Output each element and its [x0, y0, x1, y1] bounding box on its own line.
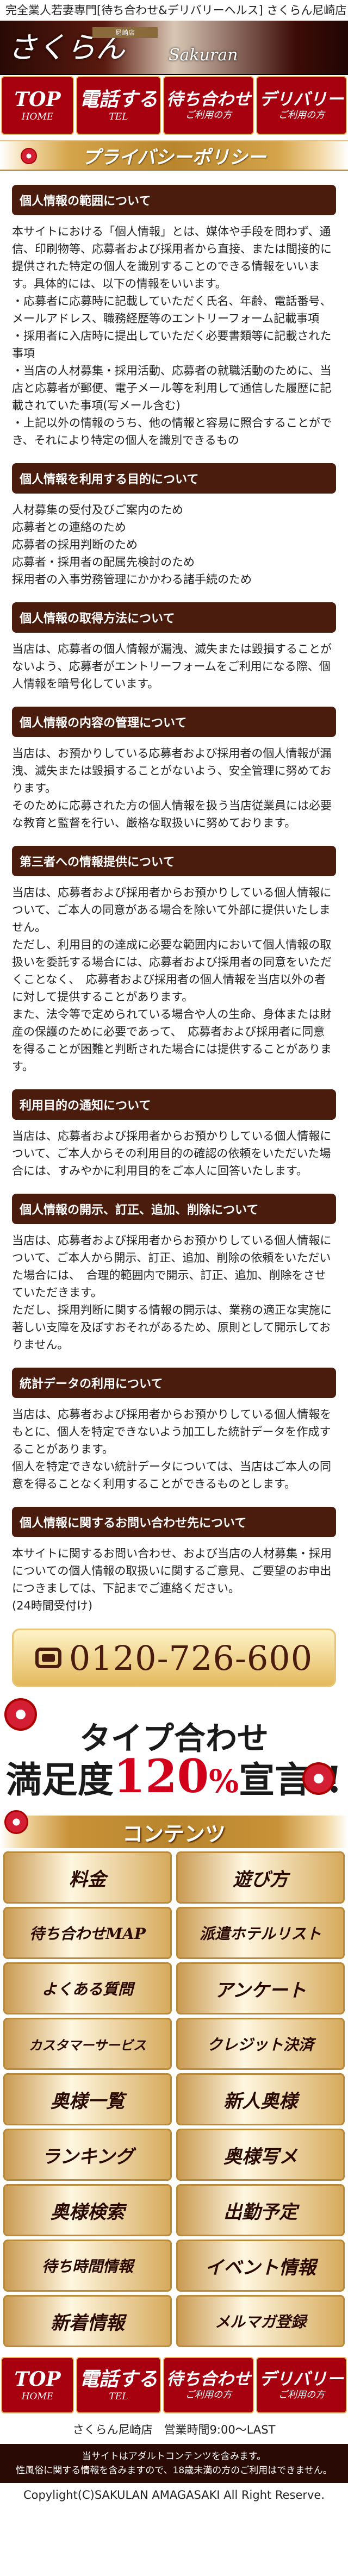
- privacy-section: 個人情報の内容の管理について当店は、お預かりしている応募者および採用者の個人情報…: [12, 707, 336, 832]
- section-body: 当店は、応募者および採用者からお預かりしている個人情報について、ご本人から開示、…: [12, 1234, 332, 1351]
- nav-delivery-sub: ご利用の方: [278, 110, 325, 121]
- promo-banner[interactable]: タイプ合わせ 満足度120%宣言!!: [0, 1698, 348, 1811]
- contents-menu: 料金 遊び方 待ち合わせMAP 派遣ホテルリスト よくある質問 アンケート カス…: [0, 1848, 348, 2347]
- privacy-title: プライバシーポリシー: [82, 146, 266, 169]
- section-body: 当店は、お預かりしている応募者および採用者の個人情報が漏洩、滅失または毀損するこ…: [12, 747, 332, 829]
- section-body: 当店は、応募者および採用者からお預かりしている個人情報について、ご本人の同意があ…: [12, 886, 332, 1073]
- footer-nav-delivery[interactable]: デリバリー ご利用の方: [256, 2357, 347, 2413]
- nav-top-sub: HOME: [21, 111, 54, 122]
- privacy-section: 統計データの利用について当店は、応募者および採用者からお預かりしている個人情報を…: [12, 1368, 336, 1493]
- promo-line2: 満足度120%宣言!!: [0, 1754, 348, 1802]
- site-header: さくらん 尼崎店 Sakuran: [0, 21, 348, 75]
- section-body: 本サイトに関するお問い合わせ、および当店の人材募集・採用についての個人情報の取扱…: [12, 1547, 332, 1612]
- phone-number: 0120-726-600: [69, 1638, 313, 1678]
- section-heading: 個人情報の範囲について: [12, 185, 336, 215]
- section-heading: 個人情報の開示、訂正、追加、削除について: [12, 1194, 336, 1224]
- footer-nav-delivery-sub: ご利用の方: [278, 2390, 325, 2400]
- footer-nav-tel-sub: TEL: [109, 2391, 128, 2402]
- notice-line1: 当サイトはアダルトコンテンツを含みます。: [82, 2451, 266, 2462]
- section-body: 本サイトにおける「個人情報」とは、媒体や手段を問わず、通信、印刷物等、応募者およ…: [12, 225, 332, 447]
- phone-button[interactable]: 0120-726-600: [12, 1629, 336, 1687]
- privacy-section: 個人情報の取得方法について当店は、応募者の個人情報が漏洩、滅失または毀損すること…: [12, 602, 336, 693]
- footer-nav-meet-sub: ご利用の方: [185, 2390, 232, 2400]
- section-body: 当店は、応募者および採用者からお預かりしている個人情報をもとに、個人を特定できな…: [12, 1408, 332, 1490]
- menu-ranking[interactable]: ランキング: [3, 2129, 172, 2181]
- logo-tag: 尼崎店: [92, 27, 158, 38]
- phone-icon: [35, 1648, 61, 1668]
- section-body: 当店は、応募者の個人情報が漏洩、滅失または毀損することがないよう、応募者がエント…: [12, 643, 332, 690]
- privacy-section: 第三者への情報提供について当店は、応募者および採用者からお預かりしている個人情報…: [12, 846, 336, 1075]
- privacy-title-banner: プライバシーポリシー: [0, 140, 348, 171]
- section-heading: 第三者への情報提供について: [12, 846, 336, 876]
- footer-nav-delivery-label: デリバリー: [259, 2369, 344, 2389]
- privacy-section: 個人情報に関するお問い合わせ先について本サイトに関するお問い合わせ、および当店の…: [12, 1507, 336, 1614]
- nav-meet[interactable]: 待ち合わせ ご利用の方: [163, 76, 254, 135]
- nav-delivery[interactable]: デリバリー ご利用の方: [256, 76, 347, 135]
- menu-wife-list[interactable]: 奥様一覧: [3, 2073, 172, 2125]
- menu-wife-photos[interactable]: 奥様写メ: [176, 2129, 345, 2181]
- notice-line2: 性風俗に関する情報を含みますので、18歳未満の方のご利用はできません。: [16, 2465, 332, 2476]
- section-heading: 利用目的の通知について: [12, 1089, 336, 1120]
- menu-mailmag[interactable]: メルマガ登録: [176, 2295, 345, 2347]
- flower-icon: [4, 1810, 28, 1834]
- footer-nav-top-sub: HOME: [21, 2391, 54, 2402]
- footer-nav-meet[interactable]: 待ち合わせ ご利用の方: [163, 2357, 254, 2413]
- menu-faq[interactable]: よくある質問: [3, 1962, 172, 2014]
- menu-wife-search[interactable]: 奥様検索: [3, 2184, 172, 2236]
- menu-hotel-list[interactable]: 派遣ホテルリスト: [176, 1907, 345, 1959]
- promo-percent: %: [209, 1763, 239, 1800]
- section-heading: 個人情報に関するお問い合わせ先について: [12, 1507, 336, 1537]
- footer-nav-top[interactable]: TOP HOME: [1, 2357, 74, 2413]
- promo-number: 120: [113, 1749, 209, 1803]
- footer-nav: TOP HOME 電話する TEL 待ち合わせ ご利用の方 デリバリー ご利用の方: [0, 2356, 348, 2415]
- footer-nav-meet-label: 待ち合わせ: [166, 2369, 251, 2389]
- privacy-section: 個人情報の開示、訂正、追加、削除について当店は、応募者および採用者からお預かりし…: [12, 1194, 336, 1354]
- privacy-section: 個人情報を利用する目的について人材募集の受付及びご案内のため 応募者との連絡のた…: [12, 463, 336, 588]
- promo-prefix: 満足度: [5, 1758, 114, 1801]
- logo-subtitle: Sakuran: [169, 46, 238, 65]
- top-nav: TOP HOME 電話する TEL 待ち合わせ ご利用の方 デリバリー ご利用の方: [0, 75, 348, 136]
- footer-nav-tel[interactable]: 電話する TEL: [76, 2357, 161, 2413]
- promo-line1: タイプ合わせ: [79, 1720, 269, 1757]
- nav-tel[interactable]: 電話する TEL: [76, 76, 161, 135]
- menu-how-to-play[interactable]: 遊び方: [176, 1851, 345, 1904]
- nav-top-label: TOP: [14, 88, 61, 111]
- menu-credit-payment[interactable]: クレジット決済: [176, 2018, 345, 2070]
- copyright: Copylight(C)SAKULAN AMAGASAKI All Right …: [0, 2483, 348, 2507]
- menu-meeting-map[interactable]: 待ち合わせMAP: [3, 1907, 172, 1959]
- adult-notice: 当サイトはアダルトコンテンツを含みます。 性風俗に関する情報を含みますので、18…: [0, 2444, 348, 2483]
- menu-wait-time[interactable]: 待ち時間情報: [3, 2240, 172, 2292]
- contents-title-banner: コンテンツ: [0, 1810, 348, 1848]
- section-heading: 統計データの利用について: [12, 1368, 336, 1398]
- footer-nav-top-label: TOP: [14, 2368, 61, 2391]
- contents-title: コンテンツ: [122, 1821, 226, 1846]
- menu-new-wives[interactable]: 新人奥様: [176, 2073, 345, 2125]
- section-heading: 個人情報の内容の管理について: [12, 707, 336, 737]
- nav-top[interactable]: TOP HOME: [1, 76, 74, 135]
- flower-icon: [4, 1698, 37, 1731]
- shop-hours: さくらん尼崎店 営業時間9:00～LAST: [0, 2415, 348, 2444]
- menu-customer-service[interactable]: カスタマーサービス: [3, 2018, 172, 2070]
- menu-survey[interactable]: アンケート: [176, 1962, 345, 2014]
- nav-meet-label: 待ち合わせ: [166, 90, 251, 109]
- flower-icon: [21, 148, 37, 164]
- privacy-section: 利用目的の通知について当店は、応募者および採用者からお預かりしている個人情報につ…: [12, 1089, 336, 1180]
- section-heading: 個人情報を利用する目的について: [12, 463, 336, 494]
- nav-meet-sub: ご利用の方: [185, 110, 232, 121]
- footer-nav-tel-label: 電話する: [79, 2368, 158, 2391]
- section-heading: 個人情報の取得方法について: [12, 602, 336, 633]
- privacy-content: 個人情報の範囲について本サイトにおける「個人情報」とは、媒体や手段を問わず、通信…: [0, 171, 348, 1614]
- privacy-section: 個人情報の範囲について本サイトにおける「個人情報」とは、媒体や手段を問わず、通信…: [12, 185, 336, 449]
- section-body: 当店は、応募者および採用者からお預かりしている個人情報について、ご本人からその利…: [12, 1130, 332, 1177]
- nav-tel-label: 電話する: [79, 88, 158, 111]
- menu-price[interactable]: 料金: [3, 1851, 172, 1904]
- flower-icon: [302, 1762, 335, 1795]
- site-tagline: 完全業人若妻専門[待ち合わせ&デリバリーヘルス] さくらん尼崎店: [0, 0, 348, 21]
- section-body: 人材募集の受付及びご案内のため 応募者との連絡のため 応募者の採用判断のため 応…: [12, 503, 252, 586]
- nav-delivery-label: デリバリー: [259, 90, 344, 109]
- menu-events[interactable]: イベント情報: [176, 2240, 345, 2292]
- menu-news[interactable]: 新着情報: [3, 2295, 172, 2347]
- menu-schedule[interactable]: 出勤予定: [176, 2184, 345, 2236]
- nav-tel-sub: TEL: [109, 111, 128, 122]
